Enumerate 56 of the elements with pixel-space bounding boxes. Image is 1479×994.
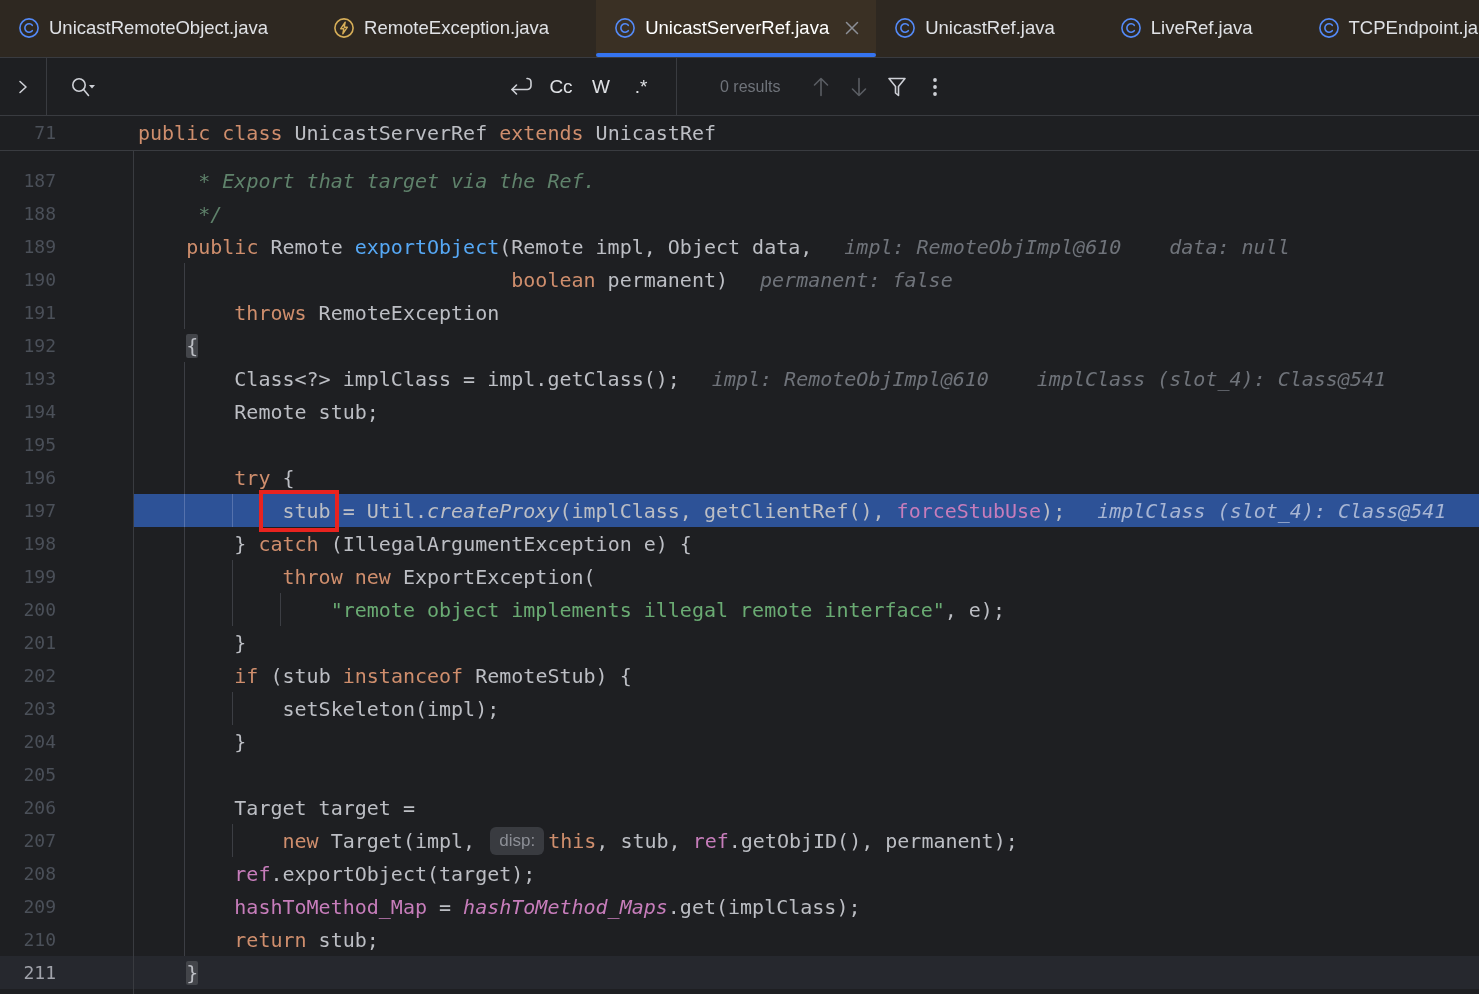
- circle-c-icon: [615, 17, 636, 38]
- circle-c-icon: [895, 17, 916, 38]
- circle-c-icon: [1120, 17, 1141, 38]
- code-text: boolean permanent): [511, 267, 729, 292]
- code-text: }: [234, 729, 247, 754]
- code-text: Class<?> implClass = impl.getClass();: [234, 366, 680, 391]
- code-text: }: [186, 960, 199, 985]
- inline-value-hint: permanent: false: [760, 267, 953, 292]
- editor-tab[interactable]: UnicastRef.java: [876, 0, 1102, 57]
- code-text: stub = Util.createProxy(implClass, getClientRef(), forceStubUse);: [282, 498, 1066, 523]
- code-text: public class UnicastServerRef extends UnicastRef: [138, 121, 716, 145]
- code-text: */: [198, 201, 223, 226]
- editor-tab[interactable]: UnicastRemoteObject.java: [0, 0, 315, 57]
- close-icon[interactable]: [845, 20, 860, 35]
- inline-value-hint: implClass (slot_4): Class@541: [1036, 366, 1386, 391]
- editor-tab[interactable]: RemoteException.java: [315, 0, 597, 57]
- lightning-icon: [334, 17, 354, 38]
- arrow-up-icon: [813, 76, 830, 97]
- code-text: throws RemoteException: [234, 300, 500, 325]
- code-text: throw new ExportException(: [282, 564, 596, 589]
- results-count: 0 results: [720, 77, 781, 96]
- parameter-hint: disp:: [490, 826, 545, 855]
- code-text: this, stub, ref.getObjID(), permanent);: [548, 828, 1018, 853]
- inline-value-hint: impl: RemoteObjImpl@610: [844, 234, 1122, 259]
- editor-tab[interactable]: TCPEndpoint.ja: [1299, 0, 1479, 57]
- code-text: } catch (IllegalArgumentException e) {: [234, 531, 692, 556]
- code-text: * Export that target via the Ref.: [198, 168, 596, 193]
- editor-tab[interactable]: UnicastServerRef.java: [596, 0, 877, 57]
- code-text: if (stub instanceof RemoteStub) {: [234, 663, 632, 688]
- filter-icon: [888, 76, 907, 97]
- option-toggle[interactable]: W: [585, 71, 617, 102]
- code-text: Remote stub;: [234, 399, 379, 424]
- option-toggle[interactable]: Cc: [545, 71, 577, 102]
- code-text: Target target =: [234, 795, 415, 820]
- inline-value-hint: data: null: [1169, 234, 1290, 259]
- code-text: setSkeleton(impl);: [282, 696, 500, 721]
- line-number: 211: [23, 960, 56, 985]
- code-text: ref.exportObject(target);: [234, 861, 536, 886]
- code-text: }: [234, 630, 247, 655]
- code-text: hashToMethod_Map = hashToMethod_Maps.get(implClass);: [234, 894, 861, 919]
- code-text: new Target(impl,: [282, 828, 477, 853]
- return-arrow-icon: [510, 76, 532, 97]
- code-text: return stub;: [234, 927, 379, 952]
- inline-value-hint: implClass (slot_4): Class@541: [1097, 498, 1447, 523]
- more-icon: [933, 77, 938, 96]
- code-text: public Remote exportObject(Remote impl, Object data,: [186, 234, 813, 259]
- editor-tab[interactable]: LiveRef.java: [1101, 0, 1300, 57]
- inline-value-hint: impl: RemoteObjImpl@610: [711, 366, 989, 391]
- circle-c-icon: [1318, 17, 1339, 38]
- circle-c-icon: [19, 17, 39, 38]
- code-text: try {: [234, 465, 295, 490]
- search-icon: [71, 76, 95, 97]
- code-text: {: [186, 333, 199, 358]
- arrow-down-icon: [851, 76, 868, 97]
- option-toggle[interactable]: .*: [625, 71, 657, 102]
- code-text: "remote object implements illegal remote interface", e);: [330, 597, 1005, 622]
